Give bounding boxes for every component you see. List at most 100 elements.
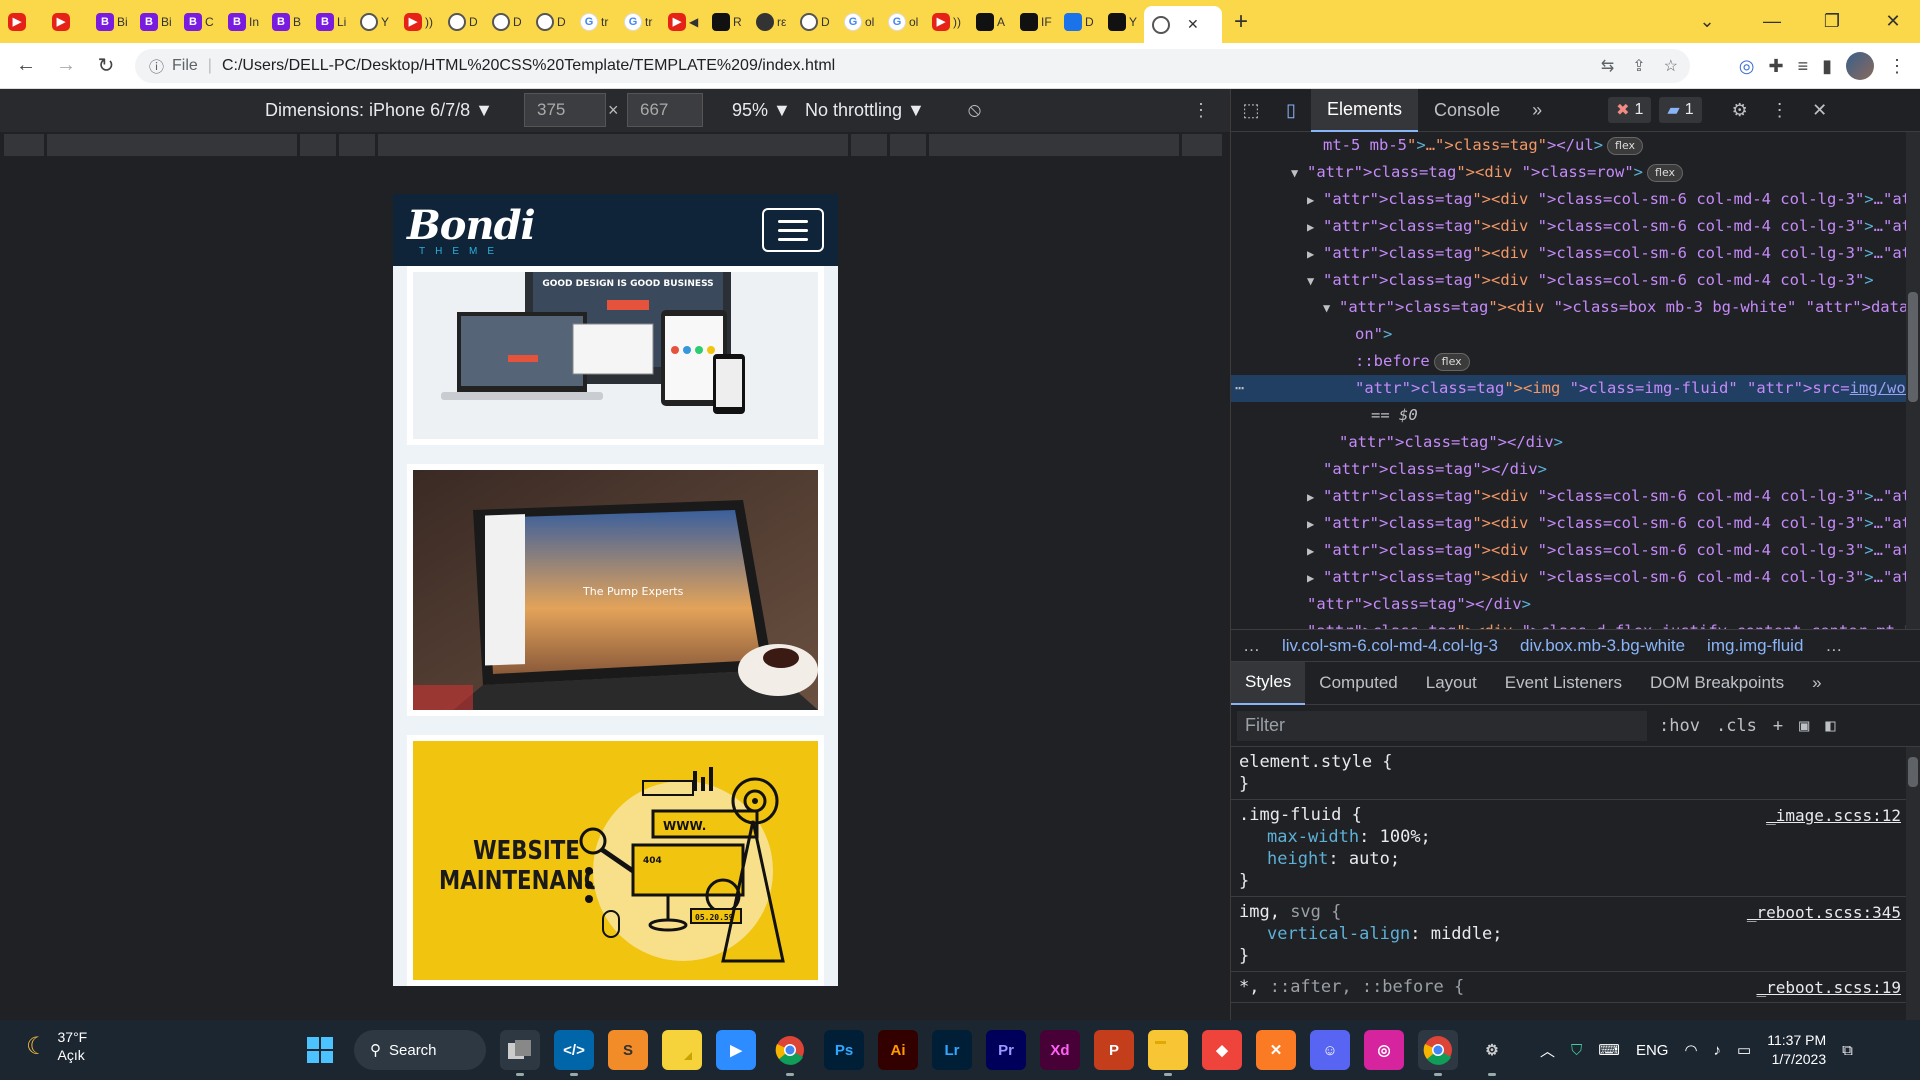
chrome-menu-icon[interactable]: ⋮ [1888,56,1906,77]
browser-tab[interactable]: BC [176,0,220,43]
dom-node[interactable]: ▶ "attr">class=tag"><div ">class=col-sm-6… [1231,213,1920,240]
dom-node[interactable]: ▼ "attr">class=tag"><div ">class=row"> fle… [1231,159,1920,186]
navbar-toggler-button[interactable] [762,208,824,252]
breadcrumb-item[interactable]: div.box.mb-3.bg-white [1520,636,1685,656]
browser-tab[interactable]: D [440,0,484,43]
device-toolbar-icon[interactable]: ▯ [1271,100,1311,121]
close-tab-icon[interactable]: ✕ [1187,16,1199,33]
browser-tab[interactable]: Y [1100,0,1144,43]
more-tabs-icon[interactable]: » [1516,89,1558,132]
styles-filter-input[interactable]: Filter [1237,710,1647,741]
instagram-icon[interactable]: ◎ [1364,1030,1404,1070]
battery-icon[interactable]: ▭ [1737,1041,1751,1059]
expand-arrow-icon[interactable]: ▶ [1307,214,1323,241]
portfolio-card[interactable]: The Pump Experts [407,464,824,716]
browser-tab-active[interactable]: ✕ [1144,6,1222,43]
throttling-select[interactable]: No throttling ▼ [805,100,925,121]
extensions-puzzle-icon[interactable]: ✚ [1768,56,1783,77]
device-dimensions-select[interactable]: Dimensions: iPhone 6/7/8 ▼ [265,100,493,121]
zoom-select[interactable]: 95% ▼ [732,100,791,121]
css-rule[interactable]: element.style {} [1231,747,1920,800]
reading-list-icon[interactable]: ≡ [1798,56,1809,77]
breadcrumb-item[interactable]: liv.col-sm-6.col-md-4.col-lg-3 [1282,636,1498,656]
dom-node[interactable]: ::before flex [1231,348,1920,375]
info-icon[interactable]: ⓘ [149,56,164,77]
task-view-icon[interactable] [500,1030,540,1076]
device-more-icon[interactable]: ⋮ [1192,100,1210,121]
breadcrumb-item[interactable]: img.img-fluid [1707,636,1803,656]
subtab-styles[interactable]: Styles [1231,661,1306,705]
media-query-bar[interactable] [0,132,1230,158]
dom-node[interactable]: ▶ "attr">class=tag"><div ">class=col-sm-6… [1231,564,1920,591]
subtab-layout[interactable]: Layout [1412,662,1491,705]
styles-pane[interactable]: element.style {} .img-fluid {_image.scss:… [1231,747,1920,1020]
file-explorer-icon[interactable] [1148,1030,1188,1076]
rule-source-link[interactable]: _image.scss:12 [1766,806,1901,825]
xd-icon[interactable]: Xd [1040,1030,1080,1070]
browser-tab[interactable]: Gol [836,0,880,43]
browser-tab[interactable]: rε [748,0,792,43]
expand-arrow-icon[interactable]: ▼ [1323,295,1339,322]
show-hidden-icons[interactable]: ︿ [1540,1040,1555,1061]
rotate-icon[interactable]: ⦸ [968,99,981,122]
chrome-icon[interactable] [1418,1030,1458,1076]
flex-badge[interactable]: flex [1647,163,1684,182]
dom-node[interactable]: ▼ "attr">class=tag"><div ">class=col-sm-6… [1231,267,1920,294]
class-toggle[interactable]: .cls [1716,716,1757,736]
dom-node[interactable]: ▶"attr">class=tag"><div ">class=d-flex j… [1231,618,1920,629]
browser-tab[interactable]: ▶ ◀ [660,0,704,43]
site-logo[interactable]: Bondi [407,202,536,249]
xampp-icon[interactable]: ✕ [1256,1030,1296,1070]
browser-tab[interactable]: B Bi [88,0,132,43]
error-count-badge[interactable]: ✖ 1 [1608,97,1652,123]
settings-icon[interactable]: ⚙ [1472,1030,1512,1076]
volume-icon[interactable]: ♪ [1714,1042,1722,1059]
dom-node[interactable]: ▶ "attr">class=tag"><div ">class=col-sm-6… [1231,537,1920,564]
photoshop-icon[interactable]: Ps [824,1030,864,1070]
dom-node[interactable]: ▶ "attr">class=tag"><div ">class=col-sm-6… [1231,483,1920,510]
browser-tab[interactable]: B Li [308,0,352,43]
node-actions-icon[interactable]: ⋯ [1235,375,1244,402]
breadcrumb-item[interactable]: … [1825,636,1842,656]
css-property[interactable]: height [1239,849,1328,869]
back-button[interactable]: ← [6,46,46,86]
browser-tab[interactable]: D [1056,0,1100,43]
browser-tab[interactable]: D [528,0,572,43]
rule-source-link[interactable]: _reboot.scss:345 [1747,903,1901,922]
css-rule[interactable]: img, svg {_reboot.scss:345 vertical-align… [1231,897,1920,972]
browser-tab[interactable]: Gol [880,0,924,43]
browser-tab[interactable]: Y [352,0,396,43]
new-tab-button[interactable]: + [1234,8,1264,36]
expand-arrow-icon[interactable]: ▶ [1307,538,1323,565]
css-rule[interactable]: .img-fluid {_image.scss:12 max-width: 100… [1231,800,1920,897]
browser-tab[interactable]: B In [220,0,264,43]
expand-arrow-icon[interactable]: ▶ [1307,511,1323,538]
subtab-computed[interactable]: Computed [1305,662,1411,705]
viewport-width-input[interactable]: 375 [524,93,606,127]
flex-badge[interactable]: flex [1433,352,1470,371]
extension-icon[interactable]: ◎ [1739,56,1755,77]
dom-node[interactable]: ▼ "attr">class=tag"><div ">class=box mb-3… [1231,294,1920,321]
profile-avatar[interactable] [1846,52,1874,80]
dom-scrollbar[interactable] [1906,132,1920,629]
more-subtabs-icon[interactable]: » [1798,662,1835,705]
chrome-icon[interactable] [770,1030,810,1076]
discord-icon[interactable]: ☺ [1310,1030,1350,1070]
sublime-icon[interactable]: S [608,1030,648,1070]
start-button[interactable] [300,1030,340,1070]
keyboard-icon[interactable]: ⌨ [1598,1041,1620,1059]
dom-node[interactable]: "attr">class=tag"></div> [1231,429,1920,456]
expand-arrow-icon[interactable]: ▶ [1307,484,1323,511]
address-text[interactable]: C:/Users/DELL-PC/Desktop/HTML%20CSS%20Te… [222,57,835,75]
expand-arrow-icon[interactable]: ▶ [1291,619,1307,629]
dom-node[interactable]: on"> [1231,321,1920,348]
browser-tab[interactable]: R [704,0,748,43]
css-value[interactable]: 100%; [1380,827,1431,847]
premiere-icon[interactable]: Pr [986,1030,1026,1070]
sticky-notes-icon[interactable] [662,1030,702,1070]
taskbar-search[interactable]: ⚲ Search [354,1030,486,1070]
minimize-button[interactable]: — [1745,0,1799,43]
css-property[interactable]: max-width [1239,827,1359,847]
expand-arrow-icon[interactable]: ▼ [1307,268,1323,295]
expand-arrow-icon[interactable]: ▶ [1307,241,1323,268]
